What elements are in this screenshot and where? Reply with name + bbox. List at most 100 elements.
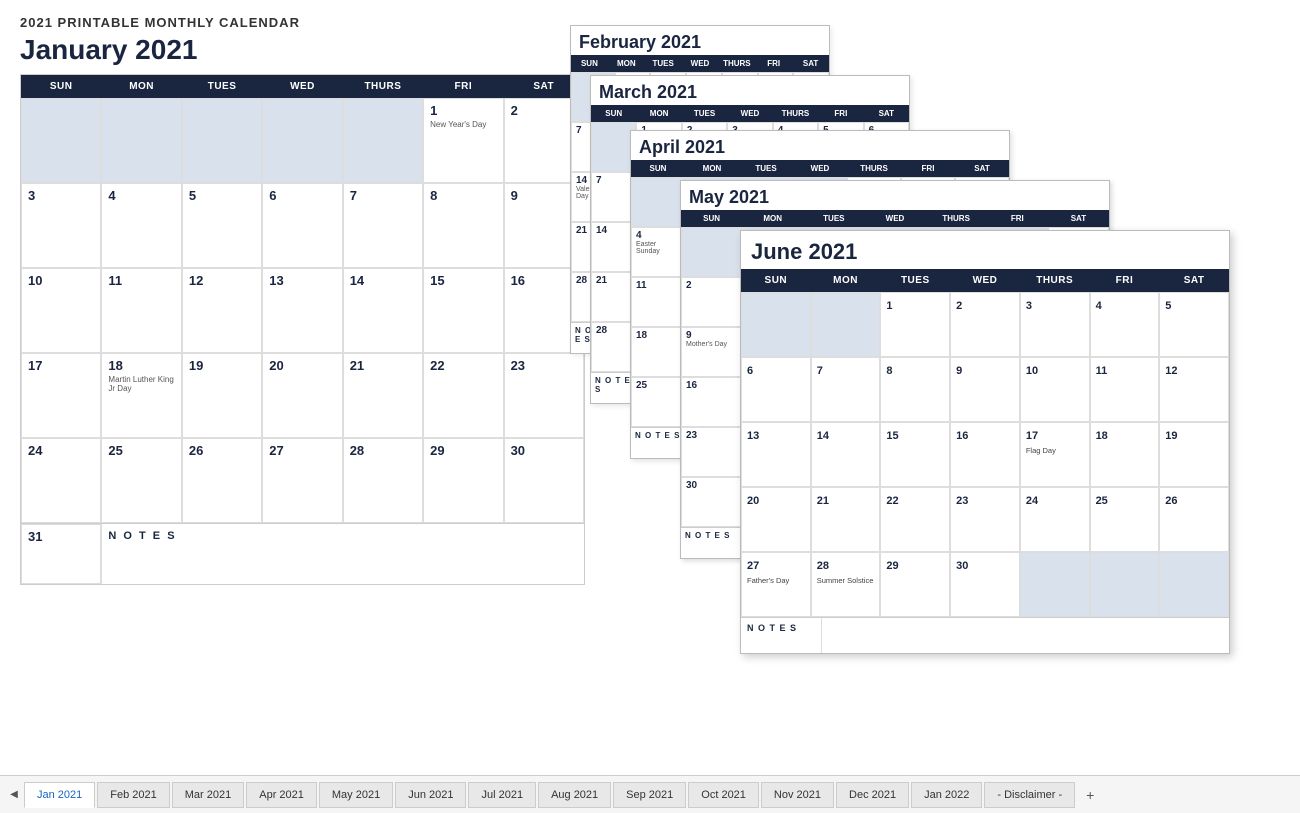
table-row: 27	[262, 438, 342, 523]
march-title: March 2021	[591, 76, 909, 105]
header-wed: WED	[262, 75, 342, 98]
table-row: 12	[182, 268, 262, 353]
june-notes-content	[822, 618, 1229, 653]
march-header: SUN MON TUES WED THURS FRI SAT	[591, 105, 909, 122]
tab-apr-2021[interactable]: Apr 2021	[246, 782, 317, 808]
table-row: 15	[423, 268, 503, 353]
tab-scroll-left[interactable]: ◀	[5, 786, 23, 804]
april-header: SUN MON TUES WED THURS FRI SAT	[631, 160, 1009, 177]
tab-dec-2021[interactable]: Dec 2021	[836, 782, 909, 808]
june-header: SUN MON TUES WED THURS FRI SAT	[741, 269, 1229, 292]
table-row: 17 Flag Day	[1020, 422, 1090, 487]
table-row: 11	[101, 268, 181, 353]
header-thurs: THURS	[343, 75, 423, 98]
table-row: 13	[262, 268, 342, 353]
tab-disclaimer[interactable]: - Disclaimer -	[984, 782, 1075, 808]
table-row: 2	[950, 292, 1020, 357]
header-fri: FRI	[423, 75, 503, 98]
table-row: 13	[741, 422, 811, 487]
table-row: 7	[343, 183, 423, 268]
tab-mar-2021[interactable]: Mar 2021	[172, 782, 244, 808]
june-calendar: June 2021 SUN MON TUES WED THURS FRI SAT…	[740, 230, 1230, 654]
tab-add-button[interactable]: +	[1078, 785, 1102, 805]
tab-feb-2021[interactable]: Feb 2021	[97, 782, 169, 808]
table-row: 2	[681, 277, 742, 327]
tab-aug-2021[interactable]: Aug 2021	[538, 782, 611, 808]
february-header: SUN MON TUES WED THURS FRI SAT	[571, 55, 829, 72]
tab-bar: ◀ Jan 2021 Feb 2021 Mar 2021 Apr 2021 Ma…	[0, 775, 1300, 813]
table-row	[1159, 552, 1229, 617]
table-row: 30	[950, 552, 1020, 617]
table-row	[182, 98, 262, 183]
tab-jul-2021[interactable]: Jul 2021	[468, 782, 536, 808]
table-row: 9	[950, 357, 1020, 422]
table-row: 28	[343, 438, 423, 523]
table-row	[1020, 552, 1090, 617]
table-row: 11	[631, 277, 685, 327]
notes-row: 31 N O T E S	[21, 523, 584, 584]
february-title: February 2021	[571, 26, 829, 55]
table-row: 5	[182, 183, 262, 268]
table-row: 9 Mother's Day	[681, 327, 742, 377]
table-row: 26	[1159, 487, 1229, 552]
june-grid: 1 2 3 4 5 6 7 8 9 10 11 12 13 14 15 16 1…	[741, 292, 1229, 617]
table-row: 16	[950, 422, 1020, 487]
table-row: 1	[880, 292, 950, 357]
table-row: 7	[811, 357, 881, 422]
table-row: 19	[182, 353, 262, 438]
april-title: April 2021	[631, 131, 1009, 160]
day-31-cell: 31	[21, 524, 101, 584]
stacked-calendars: February 2021 SUN MON TUES WED THURS FRI…	[570, 10, 1290, 760]
table-row: 24	[21, 438, 101, 523]
tab-may-2021[interactable]: May 2021	[319, 782, 393, 808]
table-row: 17	[21, 353, 101, 438]
table-row: 12	[1159, 357, 1229, 422]
table-row	[21, 98, 101, 183]
table-row: 21	[811, 487, 881, 552]
table-row: 20	[741, 487, 811, 552]
june-title: June 2021	[741, 231, 1229, 269]
january-header: SUN MON TUES WED THURS FRI SAT	[21, 75, 584, 98]
tab-jan-2021[interactable]: Jan 2021	[24, 782, 95, 808]
table-row	[631, 177, 685, 227]
table-row: 29	[880, 552, 950, 617]
table-row: 4	[101, 183, 181, 268]
tab-jan-2022[interactable]: Jan 2022	[911, 782, 982, 808]
table-row: 18	[631, 327, 685, 377]
tab-sep-2021[interactable]: Sep 2021	[613, 782, 686, 808]
table-row	[101, 98, 181, 183]
header-mon: MON	[101, 75, 181, 98]
table-row: 22	[880, 487, 950, 552]
table-row: 26	[182, 438, 262, 523]
table-row: 8	[880, 357, 950, 422]
table-row	[343, 98, 423, 183]
january-grid: 1 New Year's Day 2 3 4 5 6 7 8 9 10 11 1…	[21, 98, 584, 523]
table-row	[262, 98, 342, 183]
table-row: 18 Martin Luther King Jr Day	[101, 353, 181, 438]
table-row: 15	[880, 422, 950, 487]
table-row: 27 Father's Day	[741, 552, 811, 617]
table-row: 21	[343, 353, 423, 438]
table-row: 22	[423, 353, 503, 438]
may-title: May 2021	[681, 181, 1109, 210]
table-row: 10	[21, 268, 101, 353]
table-row: 25	[1090, 487, 1160, 552]
table-row: 18	[1090, 422, 1160, 487]
table-row	[1090, 552, 1160, 617]
table-row: 30	[681, 477, 742, 527]
main-container: 2021 PRINTABLE MONTHLY CALENDAR January …	[0, 0, 1300, 775]
january-calendar: SUN MON TUES WED THURS FRI SAT 1 New Yea…	[20, 74, 585, 585]
table-row: 1 New Year's Day	[423, 98, 503, 183]
table-row: 29	[423, 438, 503, 523]
tab-nov-2021[interactable]: Nov 2021	[761, 782, 834, 808]
table-row: 20	[262, 353, 342, 438]
table-row	[811, 292, 881, 357]
table-row: 28 Summer Solstice	[811, 552, 881, 617]
tab-oct-2021[interactable]: Oct 2021	[688, 782, 759, 808]
table-row: 3	[1020, 292, 1090, 357]
tab-jun-2021[interactable]: Jun 2021	[395, 782, 466, 808]
table-row	[681, 227, 742, 277]
notes-section: N O T E S	[101, 524, 584, 584]
table-row: 25	[631, 377, 685, 427]
june-notes-row: N O T E S	[741, 617, 1229, 653]
